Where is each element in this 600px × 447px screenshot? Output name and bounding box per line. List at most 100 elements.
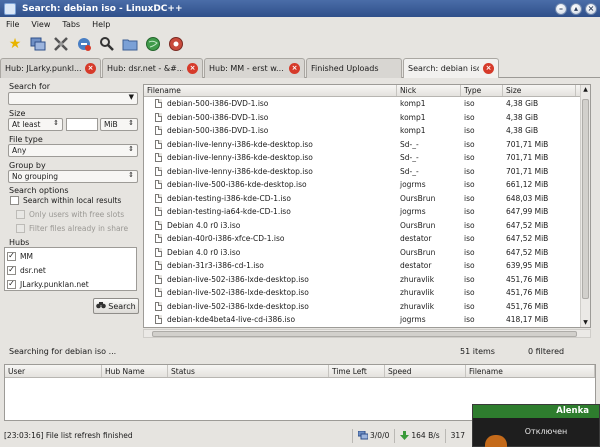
cell-size: 647,52 MiB bbox=[506, 247, 549, 257]
scroll-up-icon[interactable]: ▲ bbox=[581, 85, 590, 94]
cell-size: 661,12 MiB bbox=[506, 180, 549, 190]
menu-file[interactable]: File bbox=[0, 20, 25, 29]
notification-popup[interactable]: Alenka Отключен bbox=[472, 404, 600, 447]
table-row[interactable]: debian-kde4beta4-live-cd-i386.iso jogrms i… bbox=[144, 313, 590, 327]
table-row[interactable]: debian-31r3-i386-cd-1.iso destator iso 639,… bbox=[144, 259, 590, 273]
hub-checkbox-jlarky[interactable]: ✓ JLarky.punklan.net bbox=[7, 278, 136, 290]
title-bar: Search: debian iso - LinuxDC++ – ▴ × bbox=[0, 0, 600, 17]
hub-checkbox-mm[interactable]: ✓ MM bbox=[7, 250, 136, 262]
cell-type: iso bbox=[464, 207, 475, 217]
cell-size: 647,52 MiB bbox=[506, 234, 549, 244]
group-by-select[interactable]: No grouping ⇕ bbox=[8, 170, 138, 183]
close-icon[interactable]: × bbox=[187, 63, 198, 74]
cell-filename: debian-testing-i386-kde-CD-1.iso bbox=[144, 193, 397, 203]
tab-search[interactable]: Search: debian iso × bbox=[403, 58, 499, 78]
cell-type: iso bbox=[464, 261, 475, 271]
cell-type: iso bbox=[464, 126, 475, 136]
column-status[interactable]: Status bbox=[168, 365, 329, 377]
menu-view[interactable]: View bbox=[25, 20, 56, 29]
menu-tabs[interactable]: Tabs bbox=[56, 20, 86, 29]
column-size[interactable]: Size bbox=[503, 85, 576, 96]
settings-icon[interactable] bbox=[52, 35, 70, 53]
file-icon bbox=[155, 180, 162, 190]
favorite-star-icon[interactable]: ★ bbox=[6, 35, 24, 53]
table-row[interactable]: debian-40r0-i386-xfce-CD-1.iso destator is… bbox=[144, 232, 590, 246]
table-row[interactable]: debian-live-502-i386-lxde-desktop.iso zhu… bbox=[144, 300, 590, 314]
download-arrow-icon bbox=[400, 431, 410, 440]
file-icon bbox=[155, 220, 162, 230]
column-filename[interactable]: Filename bbox=[466, 365, 595, 377]
table-row[interactable]: debian-live-lenny-i386-kde-desktop.iso Sd… bbox=[144, 165, 590, 179]
table-row[interactable]: debian-live-lenny-i386-kde-desktop.iso Sd… bbox=[144, 138, 590, 152]
cell-type: iso bbox=[464, 274, 475, 284]
file-type-select[interactable]: Any ⇕ bbox=[8, 144, 138, 157]
table-row[interactable]: debian-live-502-i386-lxde-desktop.iso zhu… bbox=[144, 273, 590, 287]
close-icon[interactable]: × bbox=[289, 63, 300, 74]
search-panel: Search for ▼ Size At least ⇕ MiB ⇕ File … bbox=[4, 80, 140, 364]
menu-help[interactable]: Help bbox=[86, 20, 116, 29]
table-row[interactable]: debian-500-i386-DVD-1.iso komp1 iso 4,38 Gi… bbox=[144, 124, 590, 138]
column-nick[interactable]: Nick bbox=[397, 85, 461, 96]
connect-icon[interactable] bbox=[75, 35, 93, 53]
minimize-icon[interactable]: – bbox=[555, 2, 567, 15]
table-row[interactable]: debian-500-i386-DVD-1.iso komp1 iso 4,38 Gi… bbox=[144, 97, 590, 111]
tab-finished-uploads[interactable]: Finished Uploads bbox=[306, 58, 402, 78]
column-hub-name[interactable]: Hub Name bbox=[102, 365, 168, 377]
close-icon[interactable]: × bbox=[85, 63, 96, 74]
globe-icon[interactable] bbox=[144, 35, 162, 53]
table-row[interactable]: debian-testing-ia64-kde-CD-1.iso jogrms is… bbox=[144, 205, 590, 219]
column-time-left[interactable]: Time Left bbox=[329, 365, 385, 377]
close-icon[interactable]: × bbox=[585, 2, 597, 15]
cell-filename: debian-40r0-i386-xfce-CD-1.iso bbox=[144, 234, 397, 244]
menu-bar: File View Tabs Help bbox=[0, 17, 600, 31]
cell-filename: Debian 4.0 r0 i3.iso bbox=[144, 220, 397, 230]
column-type[interactable]: Type bbox=[461, 85, 503, 96]
network-icon[interactable] bbox=[167, 35, 185, 53]
search-local-checkbox[interactable]: Search within local results bbox=[10, 196, 121, 205]
search-input[interactable]: ▼ bbox=[8, 92, 138, 105]
column-user[interactable]: User bbox=[5, 365, 102, 377]
cell-type: iso bbox=[464, 193, 475, 203]
vertical-scrollbar[interactable]: ▲ ▼ bbox=[580, 85, 590, 327]
tab-hub-mm[interactable]: Hub: MM - erst w... × bbox=[204, 58, 305, 78]
window-title: Search: debian iso - LinuxDC++ bbox=[22, 3, 183, 14]
filter-share-checkbox: Filter files already in share bbox=[16, 224, 128, 233]
scroll-down-icon[interactable]: ▼ bbox=[581, 318, 590, 327]
table-row[interactable]: debian-live-lenny-i386-kde-desktop.iso Sd… bbox=[144, 151, 590, 165]
table-row[interactable]: debian-live-500-i386-kde-desktop.iso jogr… bbox=[144, 178, 590, 192]
search-icon[interactable] bbox=[98, 35, 116, 53]
column-filename[interactable]: Filename bbox=[144, 85, 397, 96]
horizontal-scrollbar[interactable] bbox=[143, 329, 591, 338]
table-row[interactable]: debian-live-502-i386-lxde-desktop.iso zhu… bbox=[144, 286, 590, 300]
cell-size: 418,17 MiB bbox=[506, 315, 549, 325]
size-field[interactable] bbox=[66, 118, 98, 131]
cell-filename: debian-500-i386-DVD-1.iso bbox=[144, 126, 397, 136]
cell-size: 451,76 MiB bbox=[506, 274, 549, 284]
tab-hub-jlarky[interactable]: Hub: JLarky.punkl... × bbox=[0, 58, 101, 78]
results-table: Filename Nick Type Size debian-500-i386-… bbox=[143, 84, 591, 328]
hub-count: 3/0/0 bbox=[352, 428, 394, 443]
status-message: [23:03:16] File list refresh finished bbox=[4, 431, 133, 440]
table-row[interactable]: debian-500-i386-DVD-1.iso komp1 iso 4,38 Gi… bbox=[144, 111, 590, 125]
cell-nick: zhuravlik bbox=[400, 274, 435, 284]
table-row[interactable]: Debian 4.0 r0 i3.iso OursBrun iso 647,52 Mi… bbox=[144, 219, 590, 233]
cell-nick: OursBrun bbox=[400, 247, 436, 257]
close-icon[interactable]: × bbox=[483, 63, 494, 74]
cell-type: iso bbox=[464, 112, 475, 122]
hub-checkbox-dsr[interactable]: ✓ dsr.net bbox=[7, 264, 136, 276]
table-row[interactable]: debian-testing-i386-kde-CD-1.iso OursBrun… bbox=[144, 192, 590, 206]
maximize-icon[interactable]: ▴ bbox=[570, 2, 582, 15]
scroll-thumb[interactable] bbox=[152, 331, 577, 337]
search-for-label: Search for bbox=[9, 82, 51, 91]
search-button[interactable]: Search bbox=[93, 298, 139, 314]
size-unit-select[interactable]: MiB ⇕ bbox=[100, 118, 138, 131]
table-row[interactable]: Debian 4.0 r0 i3.iso OursBrun iso 647,52 Mi… bbox=[144, 246, 590, 260]
folder-icon[interactable] bbox=[121, 35, 139, 53]
cell-type: iso bbox=[464, 99, 475, 109]
notification-user: Alenka bbox=[473, 405, 599, 418]
tab-hub-dsr[interactable]: Hub: dsr.net - &#... × bbox=[102, 58, 203, 78]
column-speed[interactable]: Speed bbox=[385, 365, 466, 377]
scroll-thumb[interactable] bbox=[582, 99, 589, 299]
size-mode-select[interactable]: At least ⇕ bbox=[8, 118, 63, 131]
hubs-icon[interactable] bbox=[29, 35, 47, 53]
